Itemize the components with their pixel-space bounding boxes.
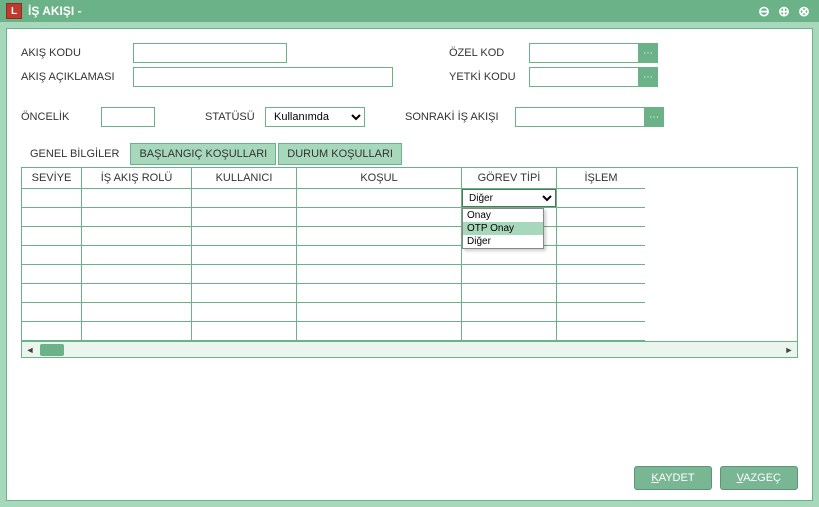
- col-header-rol[interactable]: İŞ AKIŞ ROLÜ: [82, 168, 192, 189]
- table-row[interactable]: [22, 322, 797, 341]
- col-header-kosul[interactable]: KOŞUL: [297, 168, 462, 189]
- tab-baslangic-kosullari[interactable]: BAŞLANGIÇ KOŞULLARI: [130, 143, 276, 165]
- horizontal-scrollbar[interactable]: ◄ ►: [22, 341, 797, 357]
- grid: SEVİYE İŞ AKIŞ ROLÜ KULLANICI KOŞUL GÖRE…: [21, 167, 798, 358]
- scroll-thumb[interactable]: [40, 344, 64, 356]
- yetki-kodu-input[interactable]: [529, 67, 639, 87]
- vazgec-button[interactable]: VAZGEÇ: [720, 466, 798, 490]
- ozel-kod-label: ÖZEL KOD: [449, 47, 529, 59]
- akis-aciklamasi-label: AKIŞ AÇIKLAMASI: [21, 71, 133, 83]
- maximize-button[interactable]: ⊕: [775, 2, 793, 20]
- sonraki-input[interactable]: [515, 107, 645, 127]
- tabs: GENEL BİLGİLER BAŞLANGIÇ KOŞULLARI DURUM…: [21, 143, 798, 165]
- akis-aciklamasi-group: AKIŞ AÇIKLAMASI: [21, 67, 393, 87]
- statusu-label: STATÜSÜ: [205, 111, 265, 123]
- cell-rol[interactable]: [82, 189, 192, 208]
- cell-islem[interactable]: [557, 189, 645, 208]
- app-icon: L: [6, 3, 22, 19]
- statusu-select[interactable]: Kullanımda: [265, 107, 365, 127]
- minimize-button[interactable]: ⊖: [755, 2, 773, 20]
- cell-kullanici[interactable]: [192, 189, 297, 208]
- form-row-1: AKIŞ KODU ÖZEL KOD ⋯: [21, 43, 798, 63]
- footer: KAYDET VAZGEÇ: [21, 456, 798, 490]
- content-panel: AKIŞ KODU ÖZEL KOD ⋯ AKIŞ AÇIKLAMASI YET…: [6, 28, 813, 501]
- akis-aciklamasi-input[interactable]: [133, 67, 393, 87]
- sonraki-label: SONRAKİ İŞ AKIŞI: [405, 111, 515, 123]
- dropdown-option-otp-onay[interactable]: OTP Onay: [463, 222, 543, 235]
- cell-gorev[interactable]: Diğer Onay OTP Onay Diğer: [462, 189, 557, 208]
- gorev-tipi-select[interactable]: Diğer: [462, 189, 556, 207]
- gorev-tipi-dropdown: Onay OTP Onay Diğer: [462, 208, 544, 249]
- table-row[interactable]: [22, 265, 797, 284]
- close-button[interactable]: ⊗: [795, 2, 813, 20]
- yetki-kodu-label: YETKİ KODU: [449, 71, 529, 83]
- statusu-group: STATÜSÜ Kullanımda: [205, 107, 365, 127]
- col-header-kullanici[interactable]: KULLANICI: [192, 168, 297, 189]
- scroll-left-button[interactable]: ◄: [22, 343, 38, 357]
- table-row[interactable]: [22, 303, 797, 322]
- window-title: İŞ AKIŞI -: [28, 4, 755, 18]
- col-header-islem[interactable]: İŞLEM: [557, 168, 645, 189]
- grid-body: Diğer Onay OTP Onay Diğer: [22, 189, 797, 341]
- yetki-kodu-group: YETKİ KODU ⋯: [449, 67, 658, 87]
- table-row[interactable]: [22, 227, 797, 246]
- sonraki-lookup-button[interactable]: ⋯: [644, 107, 664, 127]
- kaydet-button[interactable]: KAYDET: [634, 466, 711, 490]
- oncelik-label: ÖNCELİK: [21, 111, 101, 123]
- window-root: L İŞ AKIŞI - ⊖ ⊕ ⊗ AKIŞ KODU ÖZEL KOD ⋯ …: [0, 0, 819, 507]
- cell-seviye[interactable]: [22, 189, 82, 208]
- ozel-kod-lookup-button[interactable]: ⋯: [638, 43, 658, 63]
- akis-kodu-group: AKIŞ KODU: [21, 43, 287, 63]
- col-header-seviye[interactable]: SEVİYE: [22, 168, 82, 189]
- ozel-kod-group: ÖZEL KOD ⋯: [449, 43, 658, 63]
- oncelik-input[interactable]: [101, 107, 155, 127]
- table-row[interactable]: [22, 284, 797, 303]
- form-row-2: AKIŞ AÇIKLAMASI YETKİ KODU ⋯: [21, 67, 798, 87]
- table-row[interactable]: [22, 208, 797, 227]
- oncelik-group: ÖNCELİK: [21, 107, 155, 127]
- table-row[interactable]: Diğer Onay OTP Onay Diğer: [22, 189, 797, 208]
- col-header-gorev[interactable]: GÖREV TİPİ: [462, 168, 557, 189]
- cell-kosul[interactable]: [297, 189, 462, 208]
- sonraki-group: SONRAKİ İŞ AKIŞI ⋯: [405, 107, 664, 127]
- dropdown-option-diger[interactable]: Diğer: [463, 235, 543, 248]
- titlebar-controls: ⊖ ⊕ ⊗: [755, 2, 813, 20]
- table-row[interactable]: [22, 246, 797, 265]
- akis-kodu-label: AKIŞ KODU: [21, 47, 133, 59]
- ozel-kod-input[interactable]: [529, 43, 639, 63]
- tab-durum-kosullari[interactable]: DURUM KOŞULLARI: [278, 143, 402, 165]
- dropdown-option-onay[interactable]: Onay: [463, 209, 543, 222]
- scroll-right-button[interactable]: ►: [781, 343, 797, 357]
- yetki-kodu-lookup-button[interactable]: ⋯: [638, 67, 658, 87]
- titlebar: L İŞ AKIŞI - ⊖ ⊕ ⊗: [0, 0, 819, 22]
- grid-header: SEVİYE İŞ AKIŞ ROLÜ KULLANICI KOŞUL GÖRE…: [22, 168, 797, 189]
- form-row-3: ÖNCELİK STATÜSÜ Kullanımda SONRAKİ İŞ AK…: [21, 107, 798, 127]
- tab-genel-bilgiler[interactable]: GENEL BİLGİLER: [21, 143, 128, 165]
- akis-kodu-input[interactable]: [133, 43, 287, 63]
